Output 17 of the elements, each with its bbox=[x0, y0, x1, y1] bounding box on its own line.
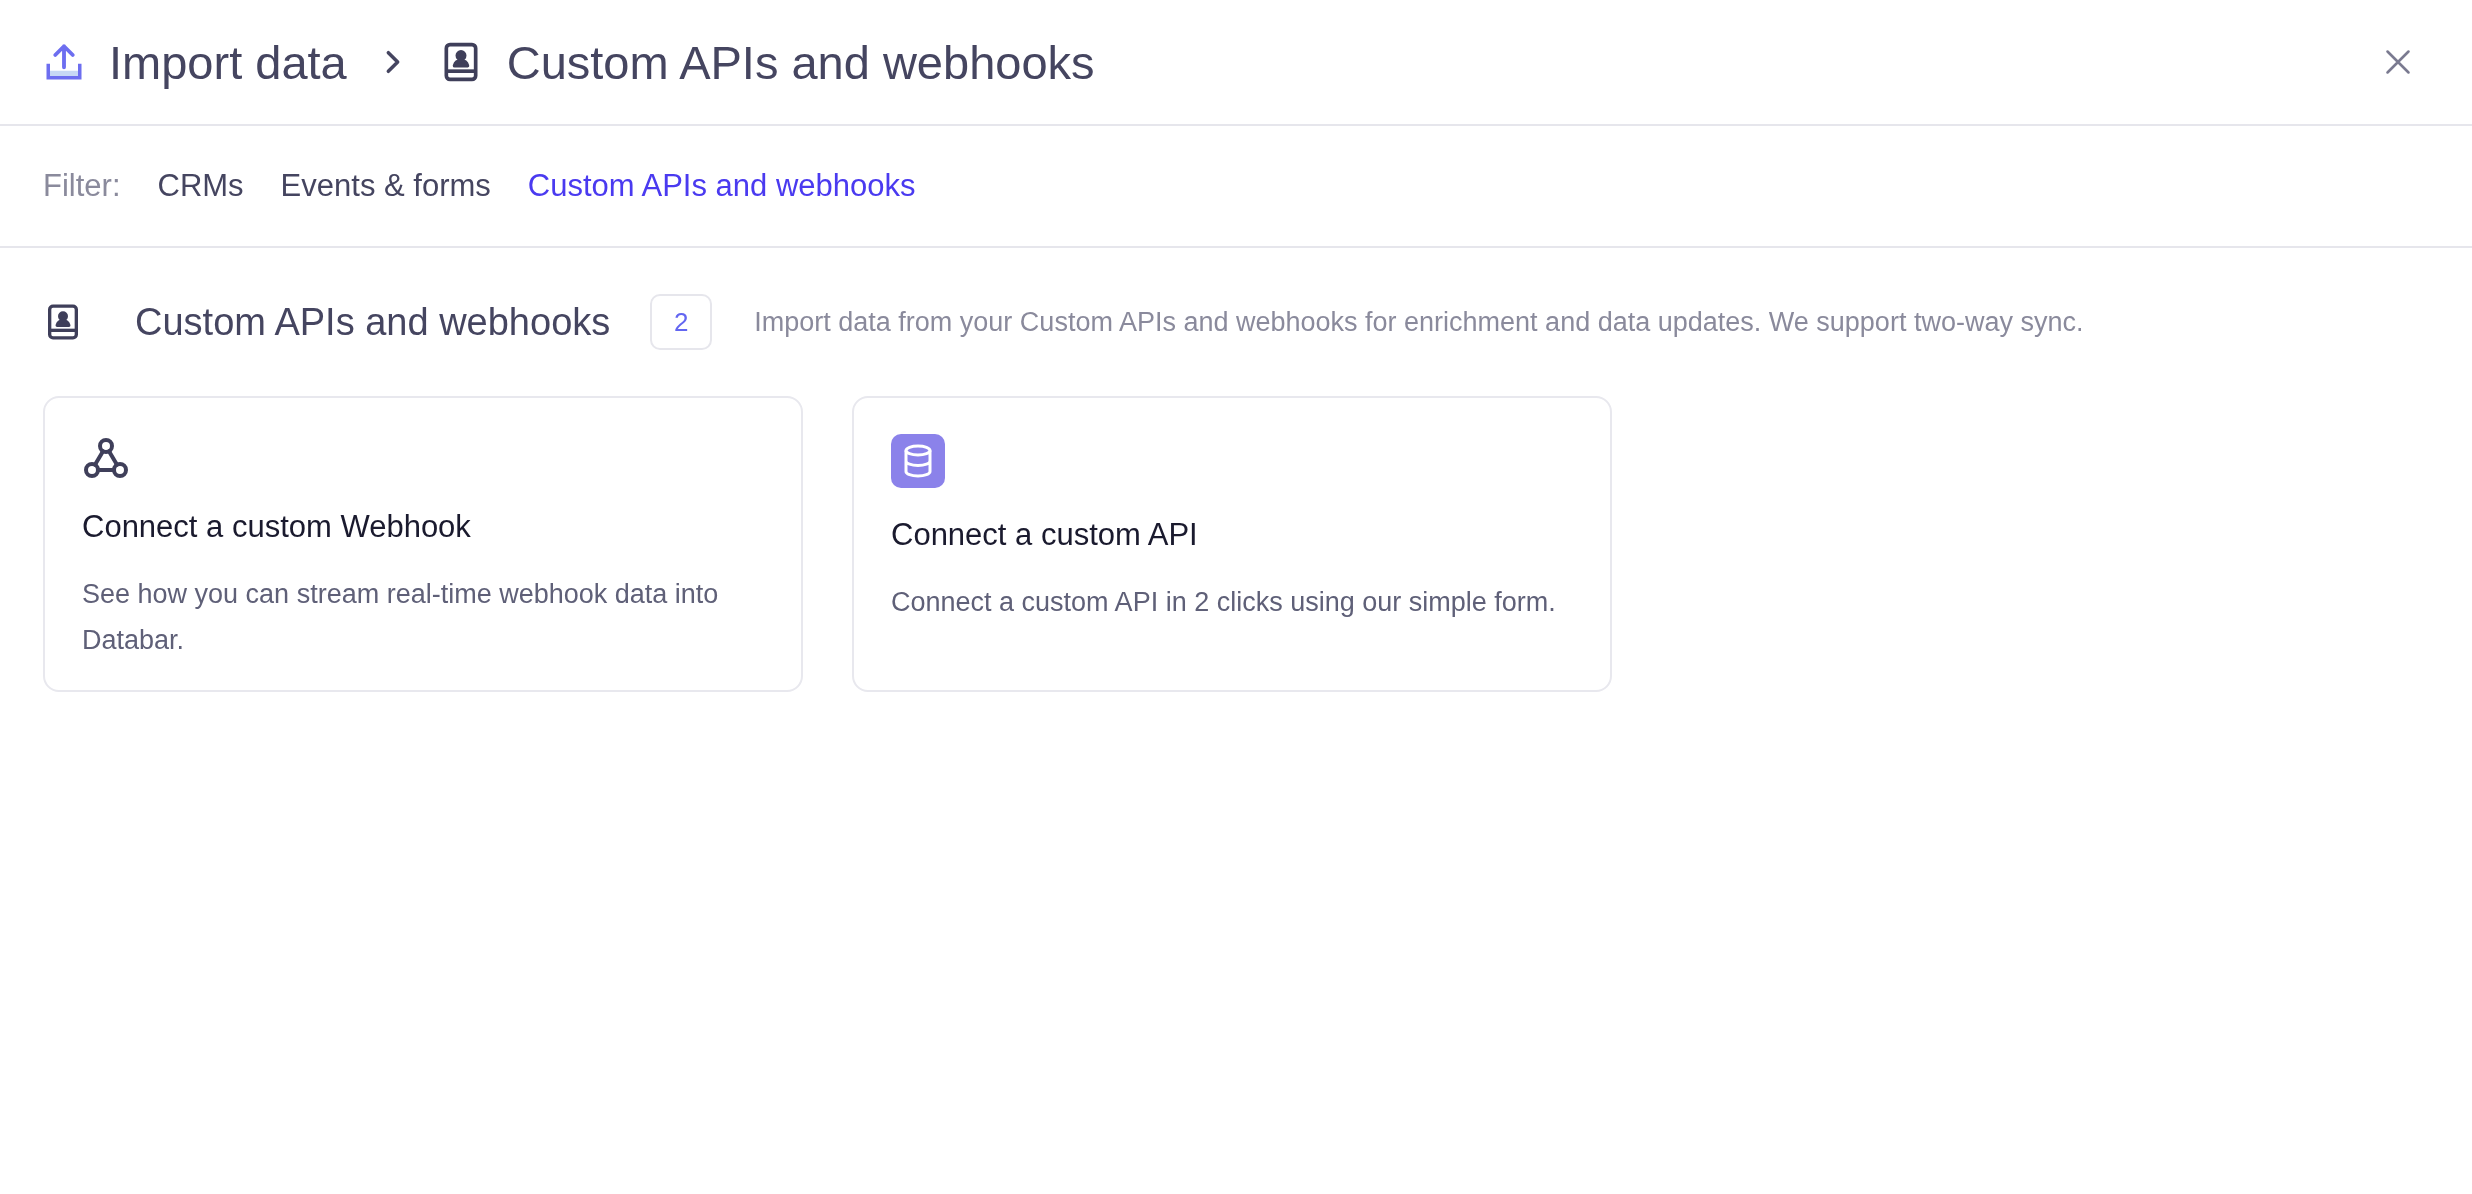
count-badge: 2 bbox=[650, 294, 713, 350]
filter-label: Filter: bbox=[43, 166, 121, 205]
filter-tab[interactable]: Custom APIs and webhooks bbox=[527, 162, 916, 210]
integration-card[interactable]: Connect a custom Webhook See how you can stream real-time webhook data into Databar. bbox=[43, 396, 803, 692]
database-icon bbox=[891, 434, 945, 488]
integration-card[interactable]: Connect a custom API Connect a custom API in 2 clicks using our simple form. bbox=[852, 396, 1612, 692]
webhook-icon bbox=[82, 436, 130, 480]
card-description: Connect a custom API in 2 clicks using our simple form. bbox=[891, 585, 1557, 619]
filter-tab[interactable]: CRMs bbox=[157, 162, 244, 210]
card-description: See how you can stream real-time webhook data into Databar. bbox=[82, 577, 720, 657]
breadcrumb-current: Custom APIs and webhooks bbox=[506, 38, 1095, 86]
section-title: Custom APIs and webhooks bbox=[135, 299, 611, 345]
section-description: Import data from your Custom APIs and webhooks for enrichment and data updates. We support two-way sync. bbox=[754, 305, 2084, 339]
filter-tab[interactable]: Events & forms bbox=[280, 162, 491, 210]
close-button[interactable] bbox=[2384, 48, 2412, 76]
card-title: Connect a custom API bbox=[891, 516, 1199, 554]
card-title: Connect a custom Webhook bbox=[82, 508, 472, 546]
